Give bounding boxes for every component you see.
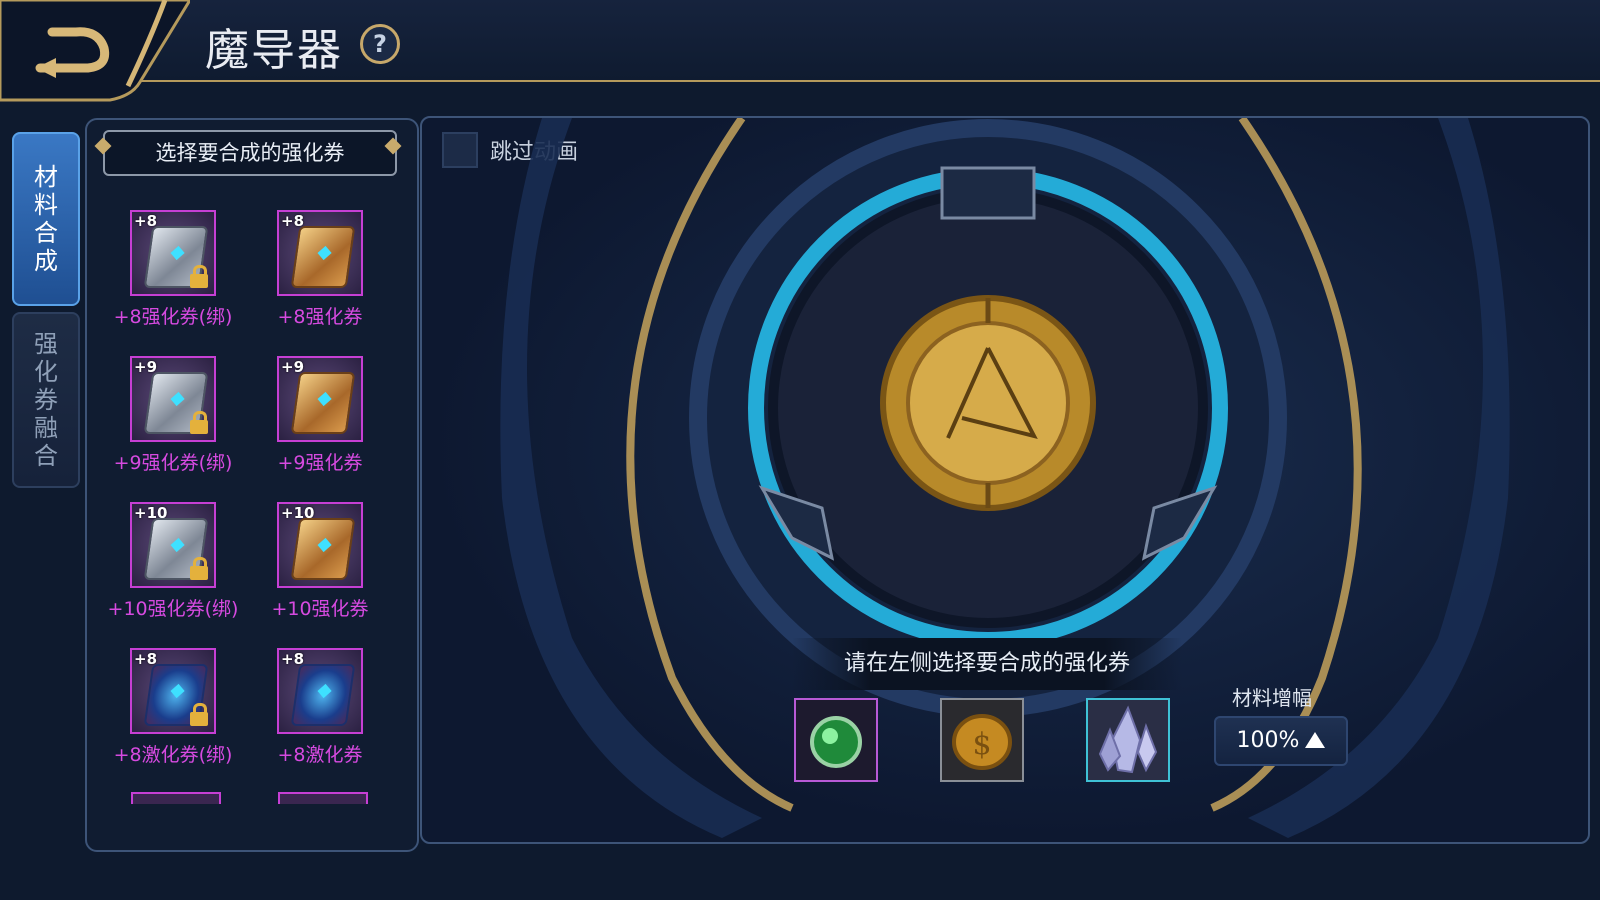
ticket-item[interactable]: +8 +8激化券(绑)	[99, 648, 247, 767]
tab-char: 融	[34, 414, 58, 442]
amplify-dropdown[interactable]: 100%	[1214, 716, 1348, 766]
ticket-name: +8强化券(绑)	[113, 306, 233, 328]
ticket-name: +8激化券(绑)	[113, 744, 233, 766]
help-icon[interactable]: ?	[360, 24, 400, 64]
ticket-name: +9强化券(绑)	[113, 452, 233, 474]
ticket-icon	[290, 226, 356, 288]
tab-material-synthesis[interactable]: 材 料 合 成	[12, 132, 80, 306]
ticket-slot: +9	[130, 356, 216, 442]
gem-icon	[317, 537, 332, 553]
ticket-slot: +8	[277, 210, 363, 296]
ticket-slot: +8	[130, 648, 216, 734]
ticket-item[interactable]: +10 +10强化券(绑)	[99, 502, 247, 621]
tab-char: 化	[34, 358, 58, 386]
tab-ticket-fusion[interactable]: 强 化 券 融 合	[12, 312, 80, 488]
tab-char: 合	[34, 442, 58, 470]
ticket-item[interactable]: +10 +10强化券	[246, 502, 394, 621]
ticket-name: +10强化券(绑)	[107, 598, 239, 620]
gem-icon	[170, 245, 185, 261]
tab-char: 合	[34, 219, 58, 247]
gem-icon	[170, 683, 185, 699]
lock-icon	[190, 265, 208, 288]
crystal-icon	[1098, 705, 1158, 774]
ticket-slot: +8	[277, 648, 363, 734]
ticket-slot: +10	[130, 502, 216, 588]
material-slot-coin[interactable]: $	[940, 698, 1024, 782]
ticket-item[interactable]: +8 +8强化券	[246, 210, 394, 329]
ticket-item[interactable]: +8 +8激化券	[246, 648, 394, 767]
gem-icon	[170, 537, 185, 553]
list-item-partial[interactable]	[278, 792, 368, 804]
ticket-slot: +9	[277, 356, 363, 442]
amplify-label: 材料增幅	[1232, 686, 1312, 710]
ticket-item[interactable]: +8 +8强化券(绑)	[99, 210, 247, 329]
tab-char: 强	[34, 330, 58, 358]
svg-text:$: $	[972, 727, 991, 762]
ticket-icon	[290, 664, 356, 726]
ticket-list-header: 选择要合成的强化券	[103, 130, 397, 176]
tab-char: 券	[34, 386, 58, 414]
ticket-icon	[290, 372, 356, 434]
tab-char: 材	[34, 163, 58, 191]
ticket-item[interactable]: +9 +9强化券(绑)	[99, 356, 247, 475]
ticket-list-panel[interactable]: 选择要合成的强化券 +8 +8强化券(绑) +8 +8强化券 +9 +9强化券(绑) +9 +…	[85, 118, 419, 852]
lock-icon	[190, 703, 208, 726]
ticket-name: +10强化券	[271, 598, 369, 620]
lock-icon	[190, 557, 208, 580]
lock-icon	[190, 411, 208, 434]
ticket-icon	[290, 518, 356, 580]
synthesis-panel: 跳过动画 请在左侧选择要合成的强化券 $	[420, 116, 1590, 844]
gem-icon	[317, 245, 332, 261]
ticket-slot: +10	[277, 502, 363, 588]
instruction-text: 请在左侧选择要合成的强化券	[792, 638, 1182, 690]
amplify-value: 100%	[1236, 728, 1300, 753]
ticket-name: +8激化券	[277, 744, 363, 766]
gem-icon	[170, 391, 185, 407]
tab-char: 成	[34, 247, 58, 275]
material-slot-crystal[interactable]	[1086, 698, 1170, 782]
back-button[interactable]	[0, 0, 190, 104]
green-orb-icon	[810, 716, 862, 768]
ticket-item[interactable]: +9 +9强化券	[246, 356, 394, 475]
ticket-name: +9强化券	[277, 452, 363, 474]
gem-icon	[317, 683, 332, 699]
list-item-partial[interactable]	[131, 792, 221, 804]
gold-coin-icon: $	[952, 714, 1012, 770]
material-slot-orb[interactable]	[794, 698, 878, 782]
tab-char: 料	[34, 191, 58, 219]
triangle-up-icon	[1305, 732, 1326, 748]
page-title: 魔导器	[205, 25, 343, 76]
gem-icon	[317, 391, 332, 407]
ticket-slot: +8	[130, 210, 216, 296]
ticket-name: +8强化券	[277, 306, 363, 328]
